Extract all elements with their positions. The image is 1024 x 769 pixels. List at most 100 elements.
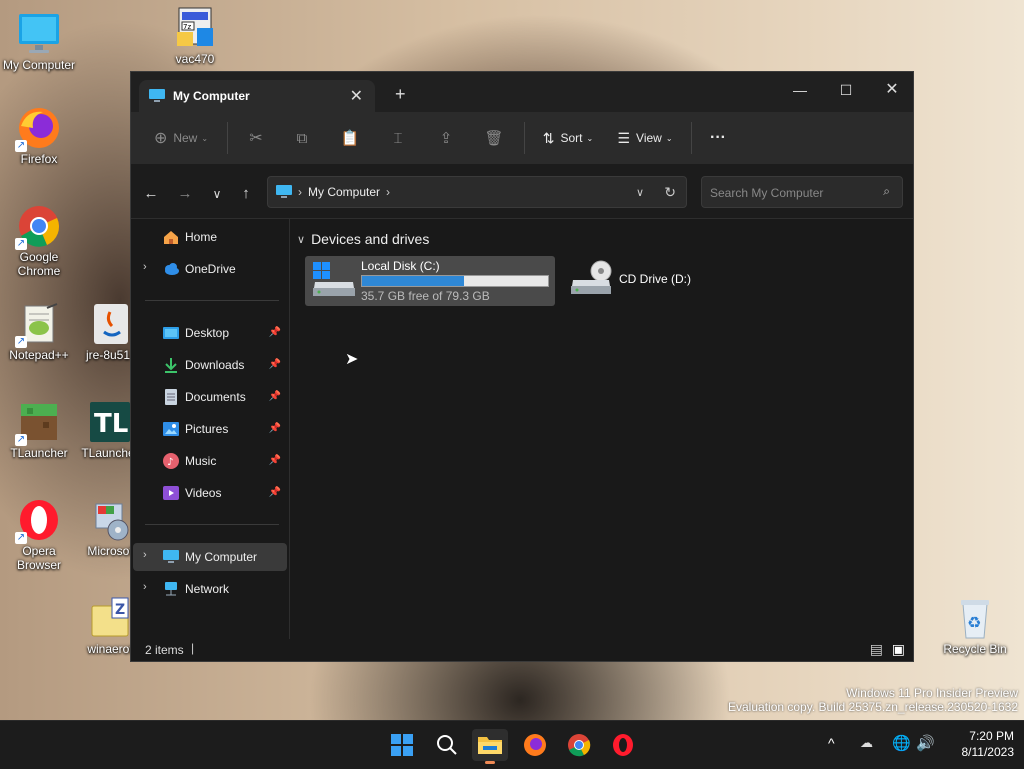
pin-icon[interactable]: 📌 xyxy=(269,455,281,466)
group-header-devices[interactable]: ∨ Devices and drives xyxy=(297,231,429,247)
pin-icon[interactable]: 📌 xyxy=(269,487,281,498)
watermark-line2: Evaluation copy. Build 25375.zn_release.… xyxy=(728,700,1018,714)
share-button[interactable]: ⇪ xyxy=(422,122,470,154)
more-options-button[interactable]: ··· xyxy=(698,122,738,154)
sidebar-item-my-computer[interactable]: › My Computer xyxy=(133,543,287,571)
back-button[interactable]: ← xyxy=(139,182,163,206)
minimize-button[interactable]: — xyxy=(777,76,823,104)
tiles-view-icon[interactable]: ▣ xyxy=(892,641,905,658)
chevron-down-icon: ⌄ xyxy=(201,133,209,143)
trash-icon: 🗑 xyxy=(484,130,504,147)
chevron-right-icon[interactable]: › xyxy=(143,581,147,593)
show-hidden-icons-button[interactable]: ^ xyxy=(828,735,835,751)
chevron-right-icon[interactable]: › xyxy=(143,261,147,273)
recent-locations-button[interactable]: ∨ xyxy=(205,182,229,206)
chevron-up-icon: ^ xyxy=(828,735,835,751)
new-tab-button[interactable]: + xyxy=(395,84,406,105)
search-input[interactable] xyxy=(702,177,872,209)
search-icon[interactable]: ⌕ xyxy=(883,184,890,199)
more-icon: ··· xyxy=(710,129,726,146)
drive-item-local-disk[interactable]: Local Disk (C:) 35.7 GB free of 79.3 GB xyxy=(305,256,555,306)
sidebar-item-network[interactable]: › Network xyxy=(133,575,287,603)
desktop-icon-recycle-bin[interactable]: ♻ Recycle Bin xyxy=(937,596,1013,656)
copy-button[interactable]: ⧉ xyxy=(278,122,326,154)
windows-logo-icon xyxy=(391,734,413,756)
desktop-icon-tlauncher-minecraft[interactable]: ↗ TLauncher xyxy=(1,400,77,460)
pictures-icon xyxy=(163,421,179,437)
watermark-line1: Windows 11 Pro Insider Preview xyxy=(846,686,1018,700)
desktop-icon-notepadpp[interactable]: ↗ Notepad++ xyxy=(1,302,77,362)
network-globe-icon[interactable]: 🌐 xyxy=(892,734,911,752)
network-icon xyxy=(163,581,179,597)
sidebar-item-home[interactable]: Home xyxy=(133,223,287,251)
pin-icon[interactable]: 📌 xyxy=(269,391,281,402)
archive-icon: 7z xyxy=(173,6,217,50)
cut-button[interactable]: ✂ xyxy=(234,122,278,154)
delete-button[interactable]: 🗑 xyxy=(470,122,518,154)
monitor-icon xyxy=(17,12,61,56)
plus-circle-icon: ⊕ xyxy=(153,130,168,147)
sidebar-item-downloads[interactable]: Downloads 📌 xyxy=(133,351,287,379)
pane-divider[interactable] xyxy=(289,219,290,639)
sort-button[interactable]: ⇅ Sort ⌄ xyxy=(531,122,605,154)
storage-usage-bar xyxy=(361,275,549,287)
desktop-icon-label: Opera Browser xyxy=(16,544,61,572)
new-button-label: New xyxy=(173,131,198,145)
sidebar-item-desktop[interactable]: Desktop 📌 xyxy=(133,319,287,347)
folder-icon xyxy=(478,737,502,754)
pin-icon[interactable]: 📌 xyxy=(269,327,281,338)
refresh-icon[interactable]: ↻ xyxy=(664,184,676,201)
maximize-button[interactable]: ☐ xyxy=(823,76,869,104)
taskbar-firefox[interactable] xyxy=(517,729,553,761)
sort-button-label: Sort xyxy=(560,131,583,145)
desktop-icon-vac470[interactable]: 7z vac470 xyxy=(157,6,233,66)
rename-button[interactable]: ⌶ xyxy=(374,122,422,154)
address-dropdown-icon[interactable]: ∨ xyxy=(636,186,644,199)
svg-text:TL: TL xyxy=(94,409,128,439)
volume-icon[interactable]: 🔊 xyxy=(916,734,935,752)
sidebar-item-videos[interactable]: Videos 📌 xyxy=(133,479,287,507)
taskbar-chrome[interactable] xyxy=(561,729,597,761)
clock[interactable]: 7:20 PM 8/11/2023 xyxy=(940,728,1015,760)
search-icon xyxy=(437,735,457,755)
taskbar-opera[interactable] xyxy=(605,729,641,761)
pin-icon[interactable]: 📌 xyxy=(269,359,281,370)
chevron-right-icon[interactable]: › xyxy=(143,549,147,561)
search-box[interactable]: ⌕ xyxy=(701,176,903,209)
tab-my-computer[interactable]: My Computer ✕ xyxy=(139,80,375,112)
arrow-up-icon: ↑ xyxy=(242,185,250,202)
new-button[interactable]: ⊕ New ⌄ xyxy=(141,122,221,154)
minecraft-icon: ↗ xyxy=(15,400,61,446)
desktop-icon-firefox[interactable]: ↗ Firefox xyxy=(1,106,77,166)
up-button[interactable]: ↑ xyxy=(234,182,258,206)
start-button[interactable] xyxy=(384,729,420,761)
drive-item-cd-drive[interactable]: CD Drive (D:) xyxy=(565,256,725,306)
sidebar-item-music[interactable]: ♪ Music 📌 xyxy=(133,447,287,475)
search-button[interactable] xyxy=(429,729,465,761)
desktop-icon-chrome[interactable]: ↗ Google Chrome xyxy=(1,204,77,278)
drive-name: Local Disk (C:) xyxy=(361,259,440,273)
sidebar-item-pictures[interactable]: Pictures 📌 xyxy=(133,415,287,443)
onedrive-offline-icon[interactable]: ☁ xyxy=(860,735,873,751)
view-button[interactable]: ☰ View ⌄ xyxy=(605,122,685,154)
toolbar-separator xyxy=(524,122,525,154)
sidebar-item-documents[interactable]: Documents 📌 xyxy=(133,383,287,411)
view-list-icon: ☰ xyxy=(617,129,631,146)
pin-icon[interactable]: 📌 xyxy=(269,423,281,434)
details-view-icon[interactable]: ▤ xyxy=(870,641,883,658)
title-bar[interactable]: My Computer ✕ + — ☐ ✕ xyxy=(131,72,913,112)
close-window-button[interactable]: ✕ xyxy=(869,76,915,104)
desktop-icon-opera[interactable]: ↗ Opera Browser xyxy=(1,498,77,572)
sidebar-item-onedrive[interactable]: › OneDrive xyxy=(133,255,287,283)
address-bar[interactable]: › My Computer › ∨ ↻ xyxy=(267,176,687,208)
paste-button[interactable]: 📋 xyxy=(326,122,374,154)
desktop-icon-label: TLauncher xyxy=(10,446,68,460)
sidebar-item-label: My Computer xyxy=(185,550,258,564)
breadcrumb[interactable]: My Computer xyxy=(308,185,380,199)
desktop-icon-my-computer[interactable]: My Computer xyxy=(1,12,77,72)
taskbar-file-explorer[interactable] xyxy=(472,729,508,764)
forward-button[interactable]: → xyxy=(173,182,197,206)
chevron-down-icon: ⌄ xyxy=(665,133,673,143)
close-tab-icon[interactable]: ✕ xyxy=(350,86,363,106)
active-indicator xyxy=(485,761,495,764)
